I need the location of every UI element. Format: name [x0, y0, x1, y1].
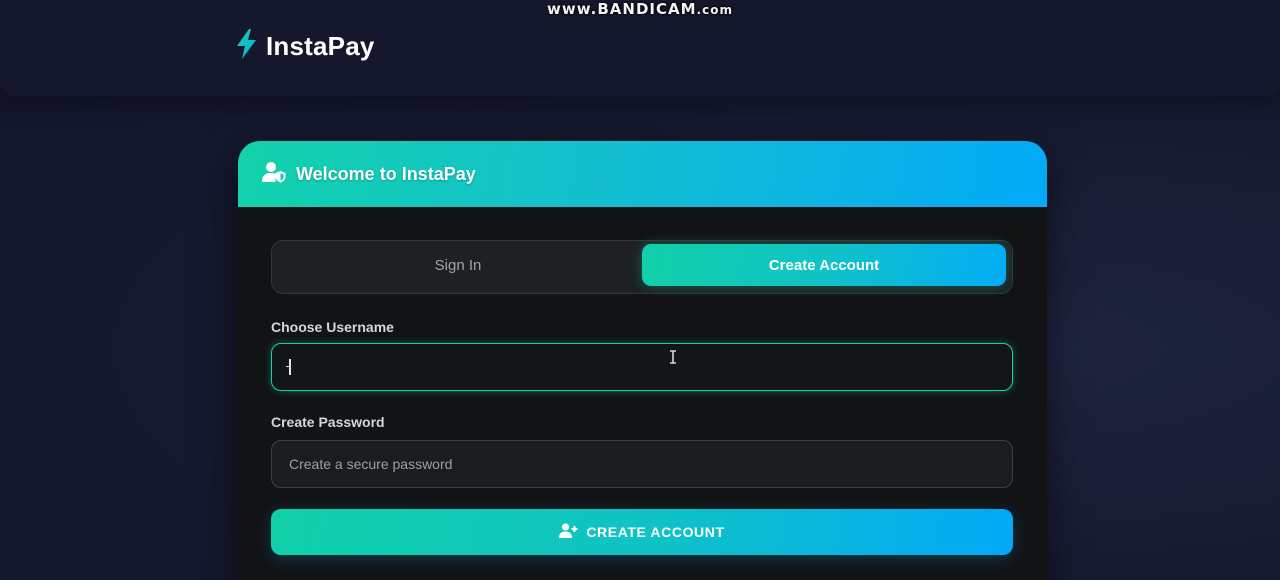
user-plus-icon [559, 523, 578, 541]
password-input[interactable] [271, 440, 1013, 488]
auth-tabs: Sign In Create Account [271, 240, 1013, 294]
username-input[interactable] [271, 343, 1013, 391]
user-shield-icon [262, 161, 286, 188]
ibeam-cursor-icon [669, 350, 677, 369]
lightning-bolt-icon [234, 28, 260, 65]
username-label: Choose Username [271, 319, 394, 335]
app-name: InstaPay [266, 31, 375, 61]
create-account-label: CREATE ACCOUNT [586, 524, 725, 540]
watermark-suffix: .com [696, 3, 733, 17]
card-header: Welcome to InstaPay [238, 141, 1047, 207]
card-title: Welcome to InstaPay [296, 163, 476, 184]
text-caret-tick [286, 366, 290, 367]
tab-create-account[interactable]: Create Account [642, 244, 1006, 286]
watermark-main: www.BANDICAM [547, 0, 697, 18]
auth-card: Welcome to InstaPay Sign In Create Accou… [238, 141, 1047, 580]
create-account-button[interactable]: CREATE ACCOUNT [271, 509, 1013, 555]
text-caret [289, 359, 291, 375]
app-logo[interactable]: InstaPay [234, 28, 375, 65]
password-label: Create Password [271, 414, 385, 430]
recording-watermark: www.BANDICAM.com [0, 0, 1280, 19]
tab-sign-in[interactable]: Sign In [276, 244, 640, 286]
